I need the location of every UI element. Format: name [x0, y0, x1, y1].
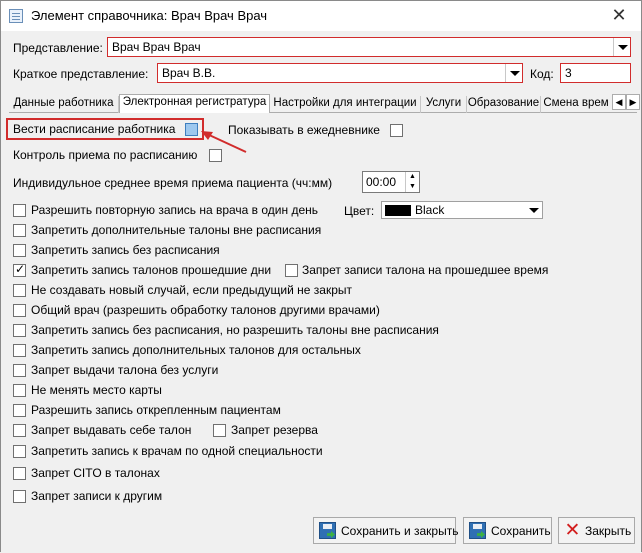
option-label: Запретить запись к врачам по одной специ… — [31, 444, 323, 458]
code-input[interactable]: 3 — [560, 63, 631, 83]
button-bar: Сохранить и закрыть Сохранить ✕ Закрыть — [1, 513, 641, 552]
code-value: 3 — [565, 66, 572, 80]
option-label: Запретить запись без расписания, но разр… — [31, 323, 439, 337]
close-button[interactable]: ✕ Закрыть — [558, 517, 635, 544]
option-label: Запрет выдачи талона без услуги — [31, 363, 219, 377]
tab-education[interactable]: Образование — [467, 96, 541, 113]
catalog-icon — [9, 9, 23, 23]
reserve-checkbox[interactable] — [213, 424, 226, 437]
chevron-down-icon[interactable] — [526, 202, 542, 218]
option-checkbox[interactable] — [13, 224, 26, 237]
reserve-label: Запрет резерва — [231, 423, 318, 437]
title-bar: Элемент справочника: Врач Врач Врач ✕ — [1, 1, 641, 31]
save-and-close-button[interactable]: Сохранить и закрыть — [313, 517, 459, 544]
option-checkbox[interactable] — [13, 324, 26, 337]
option-label: Запрет выдавать себе талон — [31, 423, 192, 437]
option-label: Не создавать новый случай, если предыдущ… — [31, 283, 353, 297]
save-icon — [469, 522, 486, 539]
code-label: Код: — [530, 67, 554, 81]
view-value: Врач Врач Врач — [112, 40, 201, 54]
save-label: Сохранить — [491, 524, 551, 538]
short-view-label: Краткое представление: — [13, 67, 149, 81]
tab-scroll-right-icon[interactable]: ▶ — [626, 94, 640, 110]
window-title: Элемент справочника: Врач Врач Врач — [31, 8, 268, 23]
option-label: Запрет CITO в талонах — [31, 466, 160, 480]
option-label: Запрет записи к другим — [31, 489, 163, 503]
option-checkbox[interactable] — [13, 445, 26, 458]
save-and-close-label: Сохранить и закрыть — [341, 524, 459, 538]
tab-shift-time[interactable]: Смена врем — [541, 96, 611, 113]
dialog-window: Элемент справочника: Врач Врач Врач ✕ Пр… — [0, 0, 642, 552]
close-label: Закрыть — [585, 524, 632, 538]
tab-services[interactable]: Услуги — [421, 96, 467, 113]
option-label: Запретить запись без расписания — [31, 243, 220, 257]
color-label: Цвет: — [344, 204, 375, 218]
tab-bar: Данные работника Электронная регистратур… — [9, 94, 640, 114]
option-checkbox[interactable] — [13, 490, 26, 503]
close-icon[interactable]: ✕ — [607, 4, 631, 28]
option-label: Запретить запись дополнительных талонов … — [31, 343, 361, 357]
view-label: Представление: — [13, 41, 103, 55]
chevron-down-icon[interactable] — [613, 38, 630, 56]
tab-electronic-registry[interactable]: Электронная регистратура — [119, 94, 270, 114]
close-icon: ✕ — [564, 520, 581, 541]
option-checkbox[interactable] — [13, 384, 26, 397]
avg-time-value: 00:00 — [366, 175, 397, 189]
show-diary-checkbox[interactable] — [390, 124, 403, 137]
option-label: Запретить дополнительные талоны вне расп… — [31, 223, 322, 237]
option-checkbox[interactable] — [13, 244, 26, 257]
option-checkbox[interactable] — [13, 344, 26, 357]
past-time-checkbox[interactable] — [285, 264, 298, 277]
option-label: Не менять место карты — [31, 383, 162, 397]
option-label: Общий врач (разрешить обработку талонов … — [31, 303, 380, 317]
color-swatch — [385, 205, 411, 216]
control-label: Контроль приема по расписанию — [13, 148, 198, 162]
chevron-down-icon[interactable] — [505, 64, 522, 82]
avg-time-label: Индивидульное среднее время приема пацие… — [13, 176, 333, 190]
view-combobox[interactable]: Врач Врач Врач — [107, 37, 631, 57]
schedule-checkbox[interactable] — [185, 123, 198, 136]
option-checkbox[interactable] — [13, 204, 26, 217]
avg-time-input[interactable]: 00:00 ▲ ▼ — [362, 171, 420, 193]
schedule-label: Вести расписание работника — [13, 122, 176, 136]
option-checkbox[interactable] — [13, 364, 26, 377]
time-spinner[interactable]: ▲ ▼ — [405, 172, 419, 192]
save-icon — [319, 522, 336, 539]
option-checkbox[interactable] — [13, 284, 26, 297]
save-button[interactable]: Сохранить — [463, 517, 552, 544]
spin-down-icon[interactable]: ▼ — [406, 182, 419, 192]
short-view-combobox[interactable]: Врач В.В. — [157, 63, 523, 83]
show-diary-label: Показывать в ежедневнике — [228, 123, 380, 137]
option-label: Разрешить запись открепленным пациентам — [31, 403, 281, 417]
tab-scroll-left-icon[interactable]: ◀ — [612, 94, 626, 110]
past-time-label: Запрет записи талона на прошедшее время — [302, 263, 549, 277]
control-checkbox[interactable] — [209, 149, 222, 162]
color-value: Black — [415, 203, 445, 217]
option-checkbox[interactable] — [13, 424, 26, 437]
option-checkbox[interactable] — [13, 467, 26, 480]
tab-integration-settings[interactable]: Настройки для интеграции — [270, 96, 421, 113]
option-checkbox[interactable] — [13, 404, 26, 417]
option-checkbox[interactable] — [13, 304, 26, 317]
option-label: Запретить запись талонов прошедшие дни — [31, 263, 272, 277]
option-checkbox[interactable] — [13, 262, 26, 277]
short-view-value: Врач В.В. — [162, 66, 216, 80]
tab-employee-data[interactable]: Данные работника — [9, 96, 119, 113]
spin-up-icon[interactable]: ▲ — [406, 172, 419, 182]
color-select[interactable]: Black — [381, 201, 543, 219]
option-label: Разрешить повторную запись на врача в од… — [31, 203, 319, 217]
